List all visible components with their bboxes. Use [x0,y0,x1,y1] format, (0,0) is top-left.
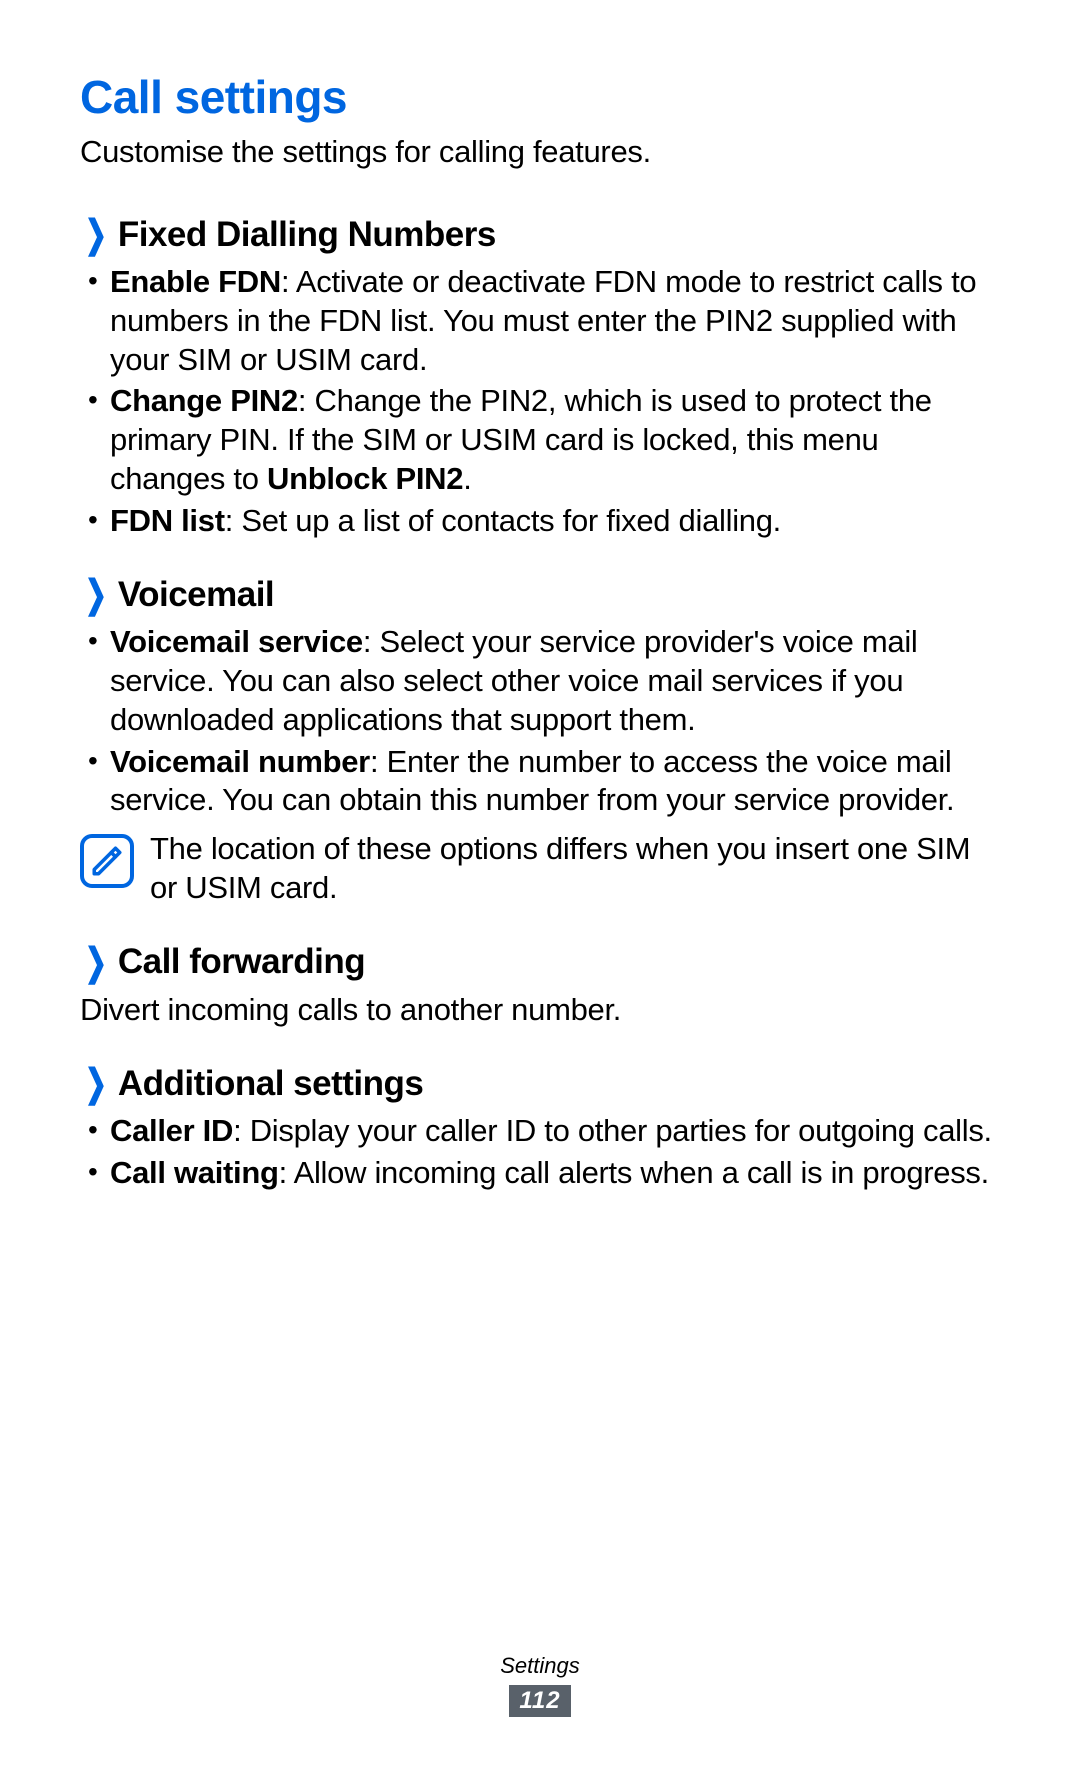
item-bold-2: Unblock PIN2 [267,461,463,496]
list-item: Enable FDN: Activate or deactivate FDN m… [110,263,1000,379]
item-text-2: . [463,461,471,496]
section-additional: ❯ Additional settings Caller ID: Display… [80,1061,1000,1193]
item-bold: Voicemail service [110,624,363,659]
section-title-forwarding: Call forwarding [118,942,365,982]
list-item: FDN list: Set up a list of contacts for … [110,502,1000,541]
voicemail-list: Voicemail service: Select your service p… [80,623,1000,820]
item-text: : Set up a list of contacts for fixed di… [225,503,781,538]
item-bold: FDN list [110,503,225,538]
list-item: Voicemail service: Select your service p… [110,623,1000,739]
chevron-right-icon: ❯ [85,1061,107,1106]
section-fdn: ❯ Fixed Dialling Numbers Enable FDN: Act… [80,212,1000,540]
list-item: Voicemail number: Enter the number to ac… [110,743,1000,821]
section-forwarding: ❯ Call forwarding Divert incoming calls … [80,940,1000,1030]
page-number: 112 [509,1685,570,1717]
page-title: Call settings [80,70,1000,124]
item-bold: Enable FDN [110,264,281,299]
item-text: : Display your caller ID to other partie… [233,1113,992,1148]
item-bold: Change PIN2 [110,383,298,418]
footer: Settings 112 [0,1653,1080,1717]
fdn-list: Enable FDN: Activate or deactivate FDN m… [80,263,1000,540]
section-title-voicemail: Voicemail [118,575,274,615]
chevron-right-icon: ❯ [85,940,107,985]
section-header: ❯ Additional settings [80,1061,1000,1106]
section-title-fdn: Fixed Dialling Numbers [118,215,496,255]
section-title-additional: Additional settings [118,1064,424,1104]
section-header: ❯ Call forwarding [80,940,1000,985]
note-icon [80,834,134,888]
footer-label: Settings [0,1653,1080,1679]
note-text: The location of these options differs wh… [150,830,1000,908]
additional-list: Caller ID: Display your caller ID to oth… [80,1112,1000,1193]
section-voicemail: ❯ Voicemail Voicemail service: Select yo… [80,572,1000,907]
item-text: : Allow incoming call alerts when a call… [279,1155,989,1190]
page-subtitle: Customise the settings for calling featu… [80,134,1000,170]
item-bold: Caller ID [110,1113,233,1148]
section-desc-forwarding: Divert incoming calls to another number. [80,991,1000,1030]
item-bold: Voicemail number [110,744,370,779]
list-item: Call waiting: Allow incoming call alerts… [110,1154,1000,1193]
section-header: ❯ Fixed Dialling Numbers [80,212,1000,257]
chevron-right-icon: ❯ [85,572,107,617]
note-row: The location of these options differs wh… [80,830,1000,908]
section-header: ❯ Voicemail [80,572,1000,617]
list-item: Change PIN2: Change the PIN2, which is u… [110,382,1000,498]
list-item: Caller ID: Display your caller ID to oth… [110,1112,1000,1151]
chevron-right-icon: ❯ [85,212,107,257]
item-bold: Call waiting [110,1155,279,1190]
